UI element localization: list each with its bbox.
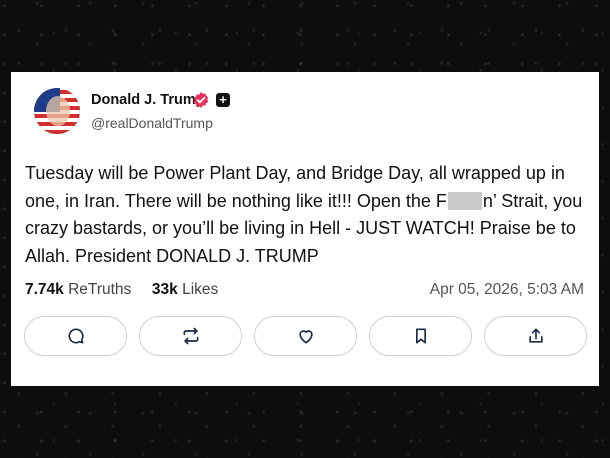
retruths-label[interactable]: ReTruths (68, 281, 131, 298)
share-button[interactable] (484, 316, 587, 356)
like-button[interactable] (254, 316, 357, 356)
post-timestamp[interactable]: Apr 05, 2026, 5:03 AM (430, 281, 584, 299)
action-bar (24, 316, 588, 358)
post-card: Donald J. Trump + @realDonaldTrump Tuesd… (11, 72, 599, 386)
censor-block (447, 191, 482, 210)
verified-badge-icon (193, 92, 209, 108)
retruth-icon (183, 327, 198, 345)
like-icon (298, 330, 313, 344)
comment-icon (67, 328, 84, 344)
likes-count: 33k (151, 281, 178, 298)
author-name[interactable]: Donald J. Trump (91, 92, 205, 108)
bookmark-button[interactable] (369, 316, 472, 356)
avatar[interactable] (34, 88, 80, 134)
bookmark-icon (415, 328, 426, 344)
author-handle[interactable]: @realDonaldTrump (91, 115, 213, 131)
share-icon (528, 328, 543, 343)
reply-button[interactable] (24, 316, 127, 356)
post-text: Tuesday will be Power Plant Day, and Bri… (25, 160, 593, 270)
avatar-face (46, 96, 70, 126)
plus-badge-icon: + (216, 93, 230, 107)
retruth-button[interactable] (139, 316, 242, 356)
likes-label[interactable]: Likes (182, 281, 218, 298)
retruths-count: 7.74k (25, 281, 64, 298)
post-stats: 7.74k ReTruths 33k Likes (25, 281, 218, 299)
